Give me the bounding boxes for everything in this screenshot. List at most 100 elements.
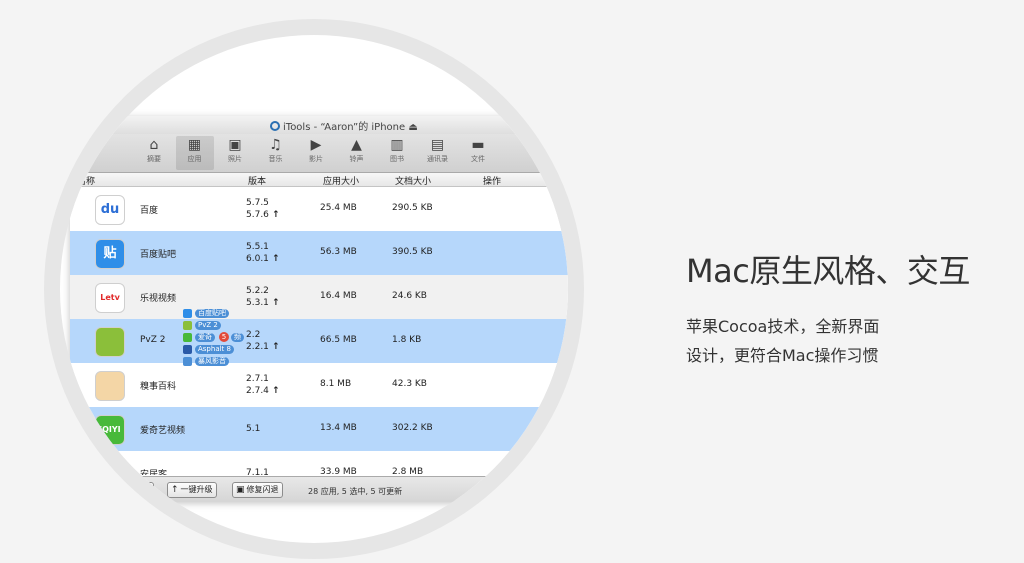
current-version: 2.7.1 bbox=[246, 374, 269, 384]
app-size: 13.4 MB bbox=[320, 423, 357, 433]
app-name: 乐视视频 bbox=[140, 294, 177, 304]
app-row[interactable]: 安居客 7.1.1 33.9 MB 2.8 MB bbox=[70, 451, 568, 475]
new-version-text: 2.7.4 bbox=[246, 386, 269, 396]
status-summary: 28 应用, 5 选中, 5 可更新 bbox=[308, 487, 403, 496]
toolbar-label: 照片 bbox=[228, 155, 242, 163]
video-icon: ▶ bbox=[310, 137, 322, 153]
download-icon: ↓ bbox=[124, 485, 132, 495]
col-action[interactable]: 操作 bbox=[483, 174, 501, 187]
current-version: 2.2 bbox=[246, 330, 261, 340]
app-name: 安居客 bbox=[140, 470, 168, 475]
window-title: iTools - “Aaron”的 iPhone ⏏ bbox=[270, 118, 418, 133]
promo-line-2: 设计，更符合Mac操作习惯 bbox=[686, 346, 879, 365]
new-version-text: 5.3.1 bbox=[246, 298, 269, 308]
col-name[interactable]: 名称 bbox=[77, 174, 95, 187]
toolbar-label: 影片 bbox=[309, 155, 323, 163]
app-name: 百度贴吧 bbox=[140, 250, 177, 260]
drag-tag-tieba-icon bbox=[183, 309, 192, 318]
status-bar: ↻ 刷新 ↓ 安装 ↑ 一键升级 ▣ 修复闪退 28 应用, 5 选中, 5 可更新 bbox=[70, 476, 568, 501]
doc-size: 390.5 KB bbox=[392, 247, 433, 257]
app-version: 5.2.2 5.3.1 ↑ bbox=[246, 285, 280, 309]
book-icon: ▥ bbox=[390, 137, 404, 153]
doc-size: 24.6 KB bbox=[392, 291, 427, 301]
fix-crash-button[interactable]: ▣ 修复闪退 bbox=[232, 482, 283, 498]
new-version[interactable]: 6.0.1 ↑ bbox=[246, 253, 280, 265]
toolbar-label: 摘要 bbox=[147, 155, 161, 163]
install-button[interactable]: ↓ 安装 bbox=[120, 482, 154, 498]
toolbar-label: 应用 bbox=[187, 155, 202, 163]
anjuke-icon bbox=[95, 459, 125, 475]
app-name: 百度 bbox=[140, 206, 159, 216]
app-name: 爱奇艺视频 bbox=[140, 426, 186, 436]
contacts-icon: ▤ bbox=[430, 137, 445, 153]
app-version: 2.2 2.2.1 ↑ bbox=[246, 329, 280, 353]
app-row[interactable]: du 百度 5.7.5 5.7.6 ↑ 25.4 MB 290.5 KB bbox=[70, 187, 568, 231]
toolbar-button-photo[interactable]: ▣ 照片 bbox=[216, 136, 254, 170]
col-app-size[interactable]: 应用大小 bbox=[323, 174, 359, 187]
qiushi-icon bbox=[95, 371, 125, 401]
toolbar-button-video[interactable]: ▶ 影片 bbox=[297, 136, 335, 170]
home-icon: ⌂ bbox=[149, 137, 159, 153]
app-size: 56.3 MB bbox=[320, 247, 357, 257]
update-arrow-icon: ↑ bbox=[268, 254, 280, 264]
toolbar-label: 音乐 bbox=[268, 155, 283, 163]
current-version: 5.5.1 bbox=[246, 242, 269, 252]
iqiyi-icon: iQIYI bbox=[95, 415, 125, 445]
refresh-button[interactable]: ↻ 刷新 bbox=[75, 482, 109, 498]
app-size: 8.1 MB bbox=[320, 379, 352, 389]
zoom-button[interactable] bbox=[102, 120, 111, 129]
toolbar-button-folder[interactable]: ▬ 文件 bbox=[459, 136, 497, 170]
new-version[interactable]: 5.3.1 ↑ bbox=[246, 297, 280, 309]
toolbar-button-contacts[interactable]: ▤ 通讯录 bbox=[419, 136, 457, 170]
app-row[interactable]: Letv 乐视视频 5.2.2 5.3.1 ↑ 16.4 MB 24.6 KB bbox=[70, 275, 568, 319]
photo-icon: ▣ bbox=[228, 137, 242, 153]
upgrade-all-button[interactable]: ↑ 一键升级 bbox=[167, 482, 217, 498]
current-version: 5.1 bbox=[246, 424, 261, 434]
current-version: 5.7.5 bbox=[246, 198, 269, 208]
doc-size: 1.8 KB bbox=[392, 335, 422, 345]
app-row[interactable]: 贴百度贴吧 5.5.1 6.0.1 ↑ 56.3 MB 390.5 KB bbox=[70, 231, 568, 275]
fix-icon: ▣ bbox=[236, 485, 245, 495]
app-row[interactable]: iQIYI 爱奇艺视频 5.1 13.4 MB 302.2 KB bbox=[70, 407, 568, 451]
drag-tag-pvz: PvZ 2 bbox=[195, 321, 221, 330]
toolbar-button-home[interactable]: ⌂ 摘要 bbox=[135, 136, 173, 170]
doc-size: 42.3 KB bbox=[392, 379, 427, 389]
new-version-text: 5.7.6 bbox=[246, 210, 269, 220]
apps-icon: ▦ bbox=[187, 137, 202, 153]
drag-tag-asphalt-icon bbox=[183, 345, 192, 354]
itools-window: iTools - “Aaron”的 iPhone ⏏ ⌂ 摘要 ▦ 应用 ▣ 照片 ♫ 音乐 ▶… bbox=[70, 116, 568, 501]
toolbar-label: 铃声 bbox=[349, 155, 364, 163]
drag-tag-tieba: 百度贴吧 bbox=[195, 309, 229, 318]
update-arrow-icon: ↑ bbox=[268, 210, 280, 220]
upgrade-icon: ↑ bbox=[171, 485, 179, 495]
minimize-button[interactable] bbox=[89, 120, 98, 129]
new-version[interactable]: 2.7.4 ↑ bbox=[246, 385, 280, 397]
toolbar-label: 文件 bbox=[471, 155, 485, 163]
col-version[interactable]: 版本 bbox=[248, 174, 266, 187]
col-doc-size[interactable]: 文档大小 bbox=[395, 174, 431, 187]
app-version: 7.1.1 bbox=[246, 467, 269, 475]
promo-heading: Mac原生风格、交互 bbox=[686, 252, 970, 290]
toolbar-button-book[interactable]: ▥ 图书 bbox=[378, 136, 416, 170]
toolbar-button-bell[interactable]: ▲ 铃声 bbox=[338, 136, 376, 170]
toolbar-button-music[interactable]: ♫ 音乐 bbox=[257, 136, 295, 170]
toolbar-button-apps[interactable]: ▦ 应用 bbox=[175, 136, 214, 170]
app-size: 66.5 MB bbox=[320, 335, 357, 345]
app-row[interactable]: 糗事百科 2.7.1 2.7.4 ↑ 8.1 MB 42.3 KB bbox=[70, 363, 568, 407]
doc-size: 302.2 KB bbox=[392, 423, 433, 433]
update-arrow-icon: ↑ bbox=[268, 298, 280, 308]
close-button[interactable] bbox=[76, 120, 85, 129]
drag-tag-baofeng: 暴风影音 bbox=[195, 357, 229, 366]
new-version[interactable]: 2.2.1 ↑ bbox=[246, 341, 280, 353]
new-version[interactable]: 5.7.6 ↑ bbox=[246, 209, 280, 221]
doc-size: 290.5 KB bbox=[392, 203, 433, 213]
window-title-text: iTools - “Aaron”的 iPhone ⏏ bbox=[283, 122, 418, 133]
drag-tag-baofeng-icon bbox=[183, 357, 192, 366]
app-name: 糗事百科 bbox=[140, 382, 177, 392]
column-header: 名称 版本 应用大小 文档大小 操作 bbox=[70, 173, 568, 187]
drag-tag-suffix: 频 bbox=[231, 333, 244, 342]
app-version: 5.7.5 5.7.6 ↑ bbox=[246, 197, 280, 221]
doc-size: 2.8 MB bbox=[392, 467, 424, 475]
app-row[interactable]: PvZ 2 2.2 2.2.1 ↑ 66.5 MB 1.8 KB bbox=[70, 319, 568, 363]
new-version-text: 6.0.1 bbox=[246, 254, 269, 264]
